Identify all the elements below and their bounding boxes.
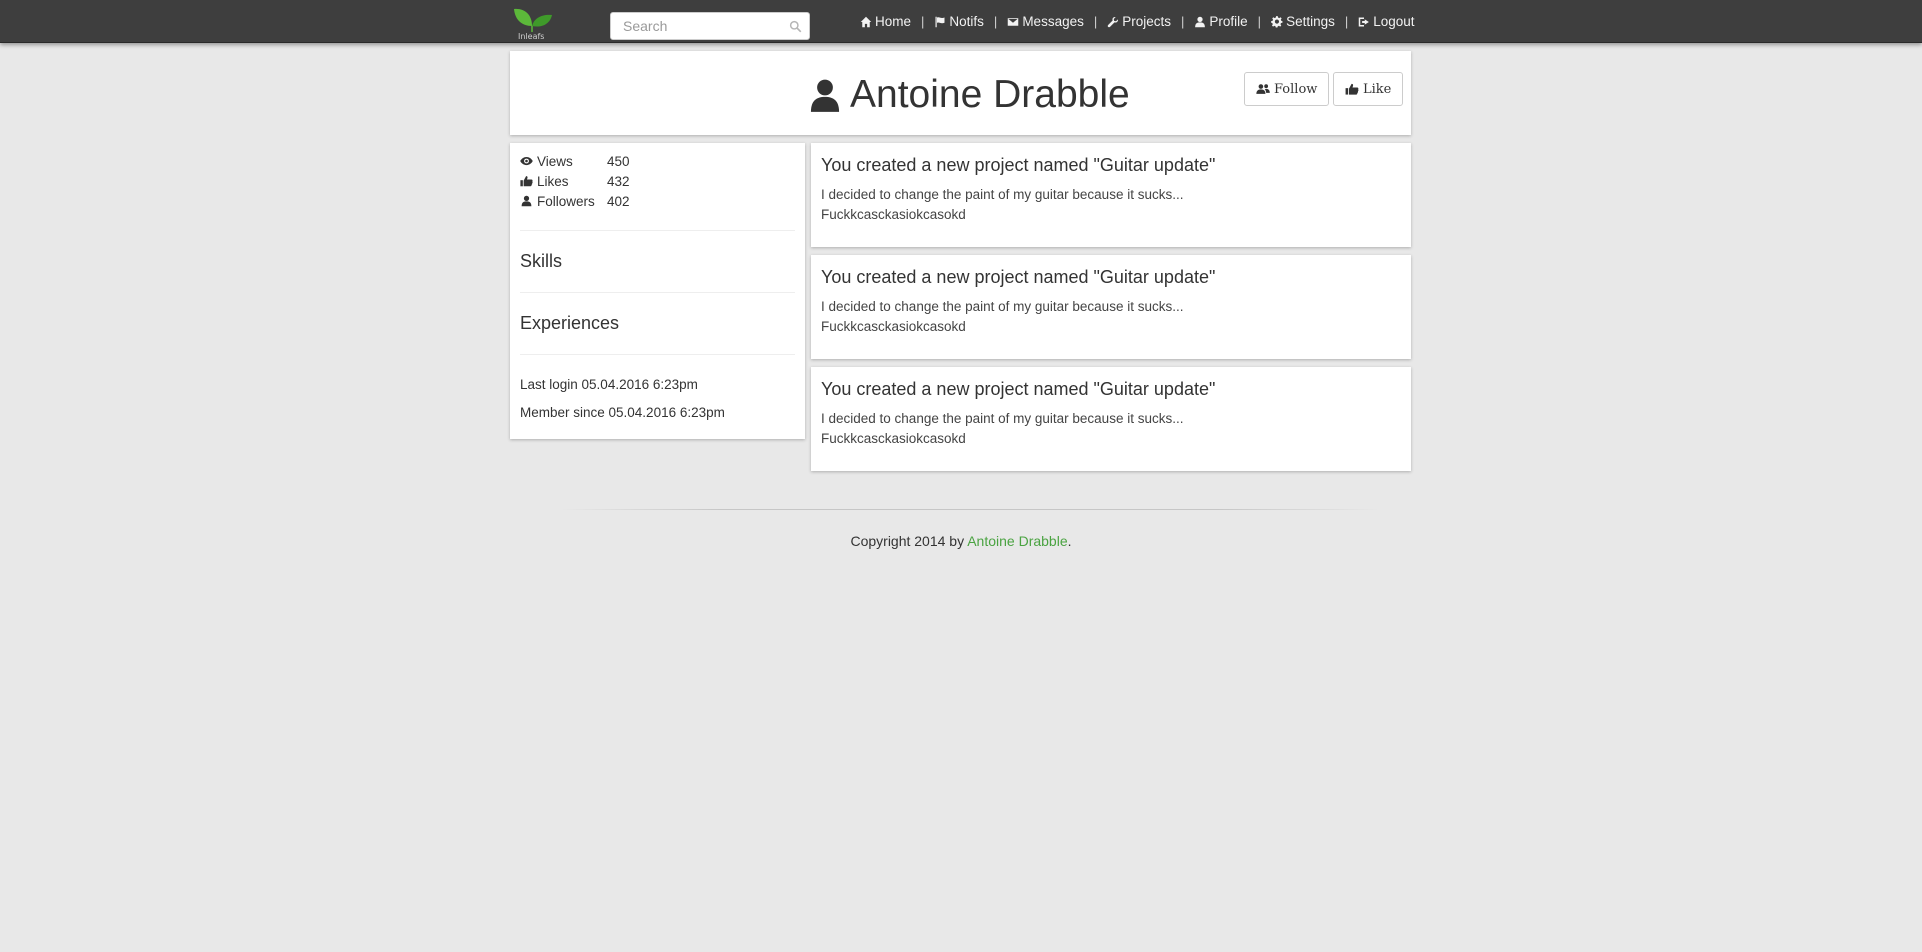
search-box [610,12,810,40]
author-link[interactable]: Antoine Drabble [967,533,1067,549]
profile-title: Antoine Drabble [810,73,1130,117]
follow-button-label: Follow [1274,81,1318,97]
nav-projects-link[interactable]: Projects [1107,14,1171,29]
copyright-text: Copyright 2014 by [850,533,968,549]
nav-home-link[interactable]: Home [860,14,911,29]
users-icon [1256,84,1270,94]
stat-views: Views 450 [520,151,795,171]
gear-icon [1271,15,1283,27]
stat-followers: Followers 402 [520,191,795,211]
user-icon [1195,16,1206,27]
like-button-label: Like [1363,81,1392,97]
thumbs-up-icon [520,176,533,187]
footer-divider [560,509,1380,510]
wrench-icon [1107,16,1119,27]
nav-settings-link[interactable]: Settings [1271,14,1335,29]
last-login-text: Last login 05.04.2016 6:23pm [520,377,698,392]
feed-item: You created a new project named "Guitar … [811,255,1411,359]
profile-header: Antoine Drabble Follow Like [510,51,1411,135]
nav-messages-link[interactable]: Messages [1007,14,1084,29]
eye-icon [520,156,533,166]
feed-item: You created a new project named "Guitar … [811,367,1411,471]
stat-label: Followers [520,194,607,209]
user-icon [521,195,532,207]
stat-likes: Likes 432 [520,171,795,191]
thumbs-up-icon [1345,83,1359,95]
stat-followers-value: 402 [607,193,630,209]
feed-item-text: I decided to change the paint of my guit… [821,187,1184,202]
nav-links: Home | Notifs | Messages | Projects | Pr… [860,0,1415,43]
nav-home-label: Home [875,14,912,29]
nav-notifs-link[interactable]: Notifs [934,14,984,29]
leaf-logo-icon [514,8,552,32]
profile-sidebar: Views 450 Likes 432 Followers 402 Skills… [510,143,805,439]
feed-item-text: Fuckkcasckasiokcasokd [821,431,966,446]
nav-separator: | [1344,14,1349,29]
feed-item-text: I decided to change the paint of my guit… [821,411,1184,426]
nav-separator: | [993,14,998,29]
stat-label: Views [520,154,607,169]
nav-separator: | [1181,14,1185,29]
member-since-text: Member since 05.04.2016 6:23pm [520,405,725,420]
experiences-heading: Experiences [520,313,620,333]
stat-views-label: Views [537,153,573,169]
nav-profile-label: Profile [1209,14,1248,29]
feed-item-title: You created a new project named "Guitar … [821,267,1216,287]
nav-separator: | [921,14,925,29]
top-navbar: Inleafs Home | Notifs | Messages | Proje… [0,0,1922,43]
feed-item: You created a new project named "Guitar … [811,143,1411,247]
follow-button[interactable]: Follow [1244,72,1330,106]
envelope-icon [1008,17,1019,26]
divider [520,354,795,355]
nav-logout-label: Logout [1373,14,1415,29]
feed-item-title: You created a new project named "Guitar … [821,155,1216,175]
stat-label: Likes [520,174,607,189]
stat-likes-label: Likes [537,173,569,189]
flag-icon [935,16,945,27]
nav-settings-label: Settings [1286,14,1335,29]
skills-heading: Skills [520,251,563,271]
stat-views-value: 450 [607,153,630,169]
nav-notifs-label: Notifs [949,14,984,29]
feed-item-text: Fuckkcasckasiokcasokd [821,319,966,334]
footer: Copyright 2014 by Antoine Drabble. [0,533,1922,549]
search-input[interactable] [611,13,809,39]
copyright-suffix: . [1067,533,1072,549]
feed-item-title: You created a new project named "Guitar … [821,379,1216,399]
divider [520,230,795,231]
like-button[interactable]: Like [1333,72,1404,106]
sign-out-icon [1358,17,1370,26]
divider [520,292,795,293]
search-icon[interactable] [789,20,802,33]
logo-text: Inleafs [518,32,545,41]
nav-logout-link[interactable]: Logout [1358,14,1415,29]
feed-item-text: I decided to change the paint of my guit… [821,299,1184,314]
stat-likes-value: 432 [607,173,630,189]
nav-profile-link[interactable]: Profile [1194,14,1248,29]
nav-separator: | [1093,14,1098,29]
nav-projects-label: Projects [1122,14,1172,29]
feed-item-text: Fuckkcasckasiokcasokd [821,207,966,222]
home-icon [860,16,872,27]
nav-separator: | [1257,14,1262,29]
stat-followers-label: Followers [537,193,595,209]
nav-messages-label: Messages [1022,14,1084,29]
user-icon [810,79,840,112]
profile-name: Antoine Drabble [850,73,1130,116]
logo[interactable]: Inleafs [510,6,554,42]
